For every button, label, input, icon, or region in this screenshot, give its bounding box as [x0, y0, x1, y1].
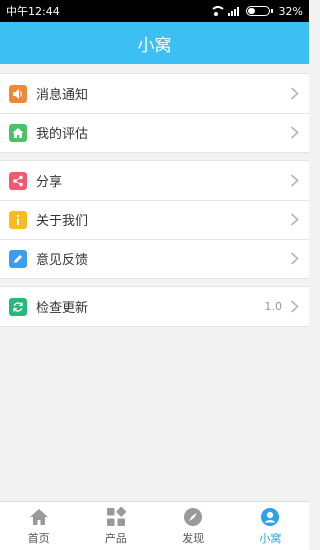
refresh-icon — [9, 297, 27, 316]
row-label: 消息通知 — [36, 88, 89, 103]
signal-icon — [227, 6, 240, 16]
tab-label: 首页 — [27, 532, 50, 545]
tab-products[interactable]: 产品 — [77, 502, 154, 550]
row-label: 分享 — [36, 175, 63, 190]
row-label: 检查更新 — [36, 301, 89, 316]
tab-label: 产品 — [104, 532, 127, 545]
row-notifications[interactable]: 消息通知 — [0, 74, 309, 113]
row-share[interactable]: 分享 — [0, 161, 309, 200]
row-my-assessment[interactable]: 我的评估 — [0, 113, 309, 152]
chevron-right-icon — [290, 174, 299, 187]
chevron-right-icon — [290, 126, 299, 139]
tab-label: 发现 — [182, 532, 205, 545]
pencil-icon — [9, 249, 27, 268]
tab-discover[interactable]: 发现 — [155, 502, 232, 550]
tab-my-nest[interactable]: 小窝 — [232, 502, 309, 550]
settings-group-3: 检查更新 1.0 — [0, 286, 309, 327]
wifi-icon — [209, 6, 226, 16]
user-icon — [259, 506, 281, 528]
row-label: 我的评估 — [36, 127, 89, 142]
version-value: 1.0 — [264, 300, 283, 313]
info-icon — [9, 210, 27, 229]
tab-label: 小窝 — [259, 532, 282, 545]
share-icon — [9, 171, 27, 190]
row-label: 意见反馈 — [36, 253, 89, 268]
settings-group-1: 消息通知 我的评估 — [0, 73, 309, 153]
page-title: 小窝 — [137, 35, 172, 56]
home-icon — [28, 506, 50, 528]
chevron-right-icon — [290, 252, 299, 265]
chevron-right-icon — [290, 87, 299, 100]
chevron-right-icon — [290, 300, 299, 313]
row-feedback[interactable]: 意见反馈 — [0, 239, 309, 278]
row-label: 关于我们 — [36, 214, 89, 229]
grid-icon — [105, 506, 127, 528]
bottom-tab-bar: 首页 产品 发现 小窝 — [0, 501, 309, 550]
speaker-icon — [9, 84, 27, 103]
page-header: 小窝 — [0, 22, 309, 64]
row-check-update[interactable]: 检查更新 1.0 — [0, 287, 309, 326]
battery-icon — [245, 6, 270, 16]
status-bar: 中午12:44 32% — [0, 0, 309, 22]
chevron-right-icon — [290, 213, 299, 226]
home-icon — [9, 123, 27, 142]
tab-home[interactable]: 首页 — [0, 502, 77, 550]
status-right: 32% — [209, 4, 303, 18]
battery-percent: 32% — [278, 4, 303, 18]
compass-icon — [182, 506, 204, 528]
settings-group-2: 分享 关于我们 意见反馈 — [0, 160, 309, 279]
battery-cap — [270, 9, 273, 13]
status-time: 中午12:44 — [6, 5, 60, 18]
row-about-us[interactable]: 关于我们 — [0, 200, 309, 239]
